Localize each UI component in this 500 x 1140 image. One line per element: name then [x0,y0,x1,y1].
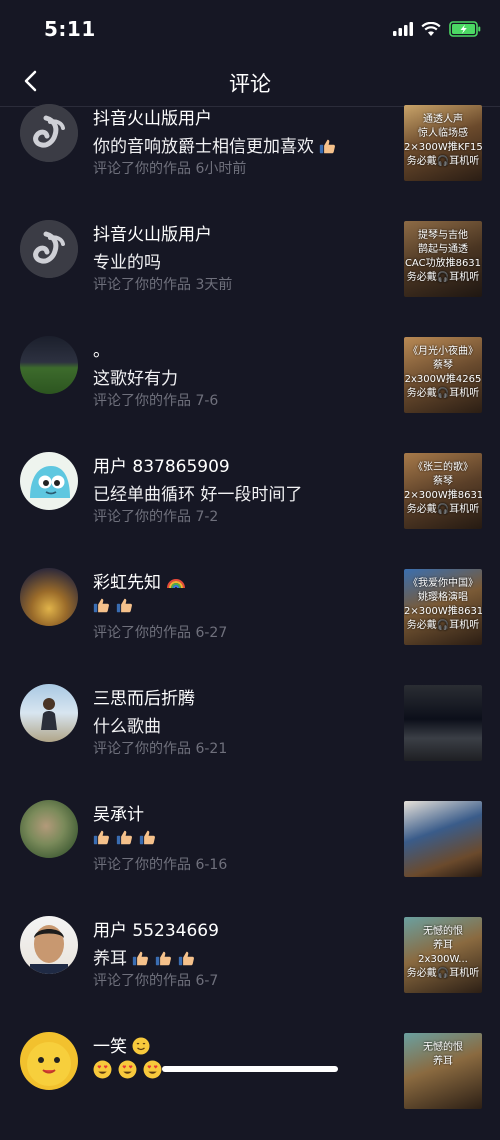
list-item[interactable]: 抖音火山版用户 你的音响放爵士相信更加喜欢 评论了你的作品 6小时前 通透人声 … [0,96,500,212]
list-item[interactable]: 三思而后折腾 什么歌曲 评论了你的作品 6-21 [0,676,500,792]
comment-meta: 评论了你的作品 3天前 [93,277,233,293]
video-thumbnail[interactable]: 《月光小夜曲》 蔡琴 2x300W推4265 务必戴🎧耳机听 [404,337,482,413]
list-item[interactable]: 抖音火山版用户 专业的吗 评论了你的作品 3天前 提琴与吉他 鹊起与通透 CAC… [0,212,500,328]
thumbnail-caption: 通透人声 惊人临场感 2×300W推KF1503 务必戴🎧耳机听 [404,114,482,167]
video-thumbnail[interactable]: 通透人声 惊人临场感 2×300W推KF1503 务必戴🎧耳机听 [404,105,482,181]
cartoon-chick-avatar-icon [27,1042,71,1086]
rainbow-emoji [167,579,186,589]
thumbs-up-emoji [320,139,336,154]
video-thumbnail[interactable] [404,801,482,877]
battery-icon [449,21,481,37]
thumbnail-caption: 无憾的恨 养耳 [423,1042,463,1067]
page-title: 评论 [229,72,271,96]
avatar[interactable] [20,452,78,510]
username[interactable]: 一笑 [93,1032,150,1057]
avatar[interactable] [20,1032,78,1090]
thumbs-up-emoji [116,830,132,845]
thumbnail-caption: 无憾的恨 养耳 2x300W... 务必戴🎧耳机听 [406,926,480,979]
thumbs-up-emoji [139,830,155,845]
comment-emoji [93,596,139,616]
avatar[interactable] [20,220,78,278]
username[interactable]: 彩虹先知 [93,568,186,593]
thumbs-up-emoji [179,951,195,966]
comment-meta: 评论了你的作品 6-16 [93,857,228,873]
default-avatar-icon [20,220,78,278]
status-time: 5:11 [44,17,96,41]
thumbs-up-emoji [93,830,109,845]
username[interactable]: 三思而后折腾 [93,684,195,709]
face-avatar-icon [30,925,68,974]
comment-meta: 评论了你的作品 6-27 [93,625,228,641]
username[interactable]: 。 [93,336,110,361]
thumbnail-caption: 《张三的歌》 蔡琴 2×300W推8631 务必戴🎧耳机听 [404,462,482,515]
comment-emoji [93,828,162,848]
list-item[interactable]: 。 这歌好有力 评论了你的作品 7-6 《月光小夜曲》 蔡琴 2x300W推42… [0,328,500,444]
username[interactable]: 用户 55234669 [93,916,219,941]
comment-text: 什么歌曲 [93,717,161,737]
status-bar: 5:11 [0,0,500,60]
comment-text: 这歌好有力 [93,369,178,389]
video-thumbnail[interactable]: 无憾的恨 养耳 2x300W... 务必戴🎧耳机听 [404,917,482,993]
video-thumbnail[interactable]: 《我爱你中国》 姚璎格演唱 2×300W推8631 务必戴🎧耳机听 [404,569,482,645]
cartoon-avatar-icon [30,466,70,498]
list-item[interactable]: 用户 837865909 已经单曲循环 好一段时间了 评论了你的作品 7-2 《… [0,444,500,560]
username[interactable]: 吴承计 [93,800,144,825]
comment-meta: 评论了你的作品 6小时前 [93,161,247,177]
username[interactable]: 抖音火山版用户 [93,220,212,245]
heart-eyes-emoji [93,1060,112,1079]
thumbs-up-emoji [156,951,172,966]
avatar[interactable] [20,684,78,742]
comment-text: 专业的吗 [93,253,161,273]
list-item[interactable]: 一笑 无憾的恨 养耳 [0,1024,500,1140]
thumbnail-caption: 《我爱你中国》 姚璎格演唱 2×300W推8631 务必戴🎧耳机听 [404,578,482,631]
avatar[interactable] [20,568,78,626]
video-thumbnail[interactable]: 《张三的歌》 蔡琴 2×300W推8631 务必戴🎧耳机听 [404,453,482,529]
thumbnail-caption: 《月光小夜曲》 蔡琴 2x300W推4265 务必戴🎧耳机听 [404,346,482,399]
smiling-emoji [132,1037,150,1055]
comment-list[interactable]: 抖音火山版用户 你的音响放爵士相信更加喜欢 评论了你的作品 6小时前 通透人声 … [0,96,500,1140]
comment-text: 已经单曲循环 好一段时间了 [93,485,303,505]
list-item[interactable]: 彩虹先知 评论了你的作品 6-27 《我爱你中国》 姚璎格演唱 2×300W推8… [0,560,500,676]
username[interactable]: 抖音火山版用户 [93,104,212,129]
heart-eyes-emoji [143,1060,162,1079]
video-thumbnail[interactable]: 提琴与吉他 鹊起与通透 CAC功放推8631 务必戴🎧耳机听 [404,221,482,297]
comment-text: 你的音响放爵士相信更加喜欢 [93,132,342,157]
comment-meta: 评论了你的作品 6-7 [93,973,219,989]
list-item[interactable]: 吴承计 评论了你的作品 6-16 [0,792,500,908]
avatar[interactable] [20,104,78,162]
wifi-icon [421,22,441,36]
video-thumbnail[interactable] [404,685,482,761]
home-indicator[interactable] [162,1066,338,1072]
video-thumbnail[interactable]: 无憾的恨 养耳 [404,1033,482,1109]
comment-text: 养耳 [93,944,201,969]
default-avatar-icon [20,104,78,162]
thumbnail-caption: 提琴与吉他 鹊起与通透 CAC功放推8631 务必戴🎧耳机听 [404,230,482,283]
avatar[interactable] [20,916,78,974]
thumbs-up-emoji [116,598,132,613]
avatar[interactable] [20,336,78,394]
comment-meta: 评论了你的作品 7-2 [93,509,219,525]
comment-meta: 评论了你的作品 7-6 [93,393,219,409]
heart-eyes-emoji [118,1060,137,1079]
comment-meta: 评论了你的作品 6-21 [93,741,228,757]
avatar[interactable] [20,800,78,858]
thumbs-up-emoji [93,598,109,613]
username[interactable]: 用户 837865909 [93,452,230,477]
comment-emoji [93,1060,162,1084]
list-item[interactable]: 用户 55234669 养耳 评论了你的作品 6-7 无憾的恨 养耳 2x300… [0,908,500,1024]
signal-icon [393,22,413,36]
person-avatar-icon [41,698,57,730]
thumbs-up-emoji [133,951,149,966]
